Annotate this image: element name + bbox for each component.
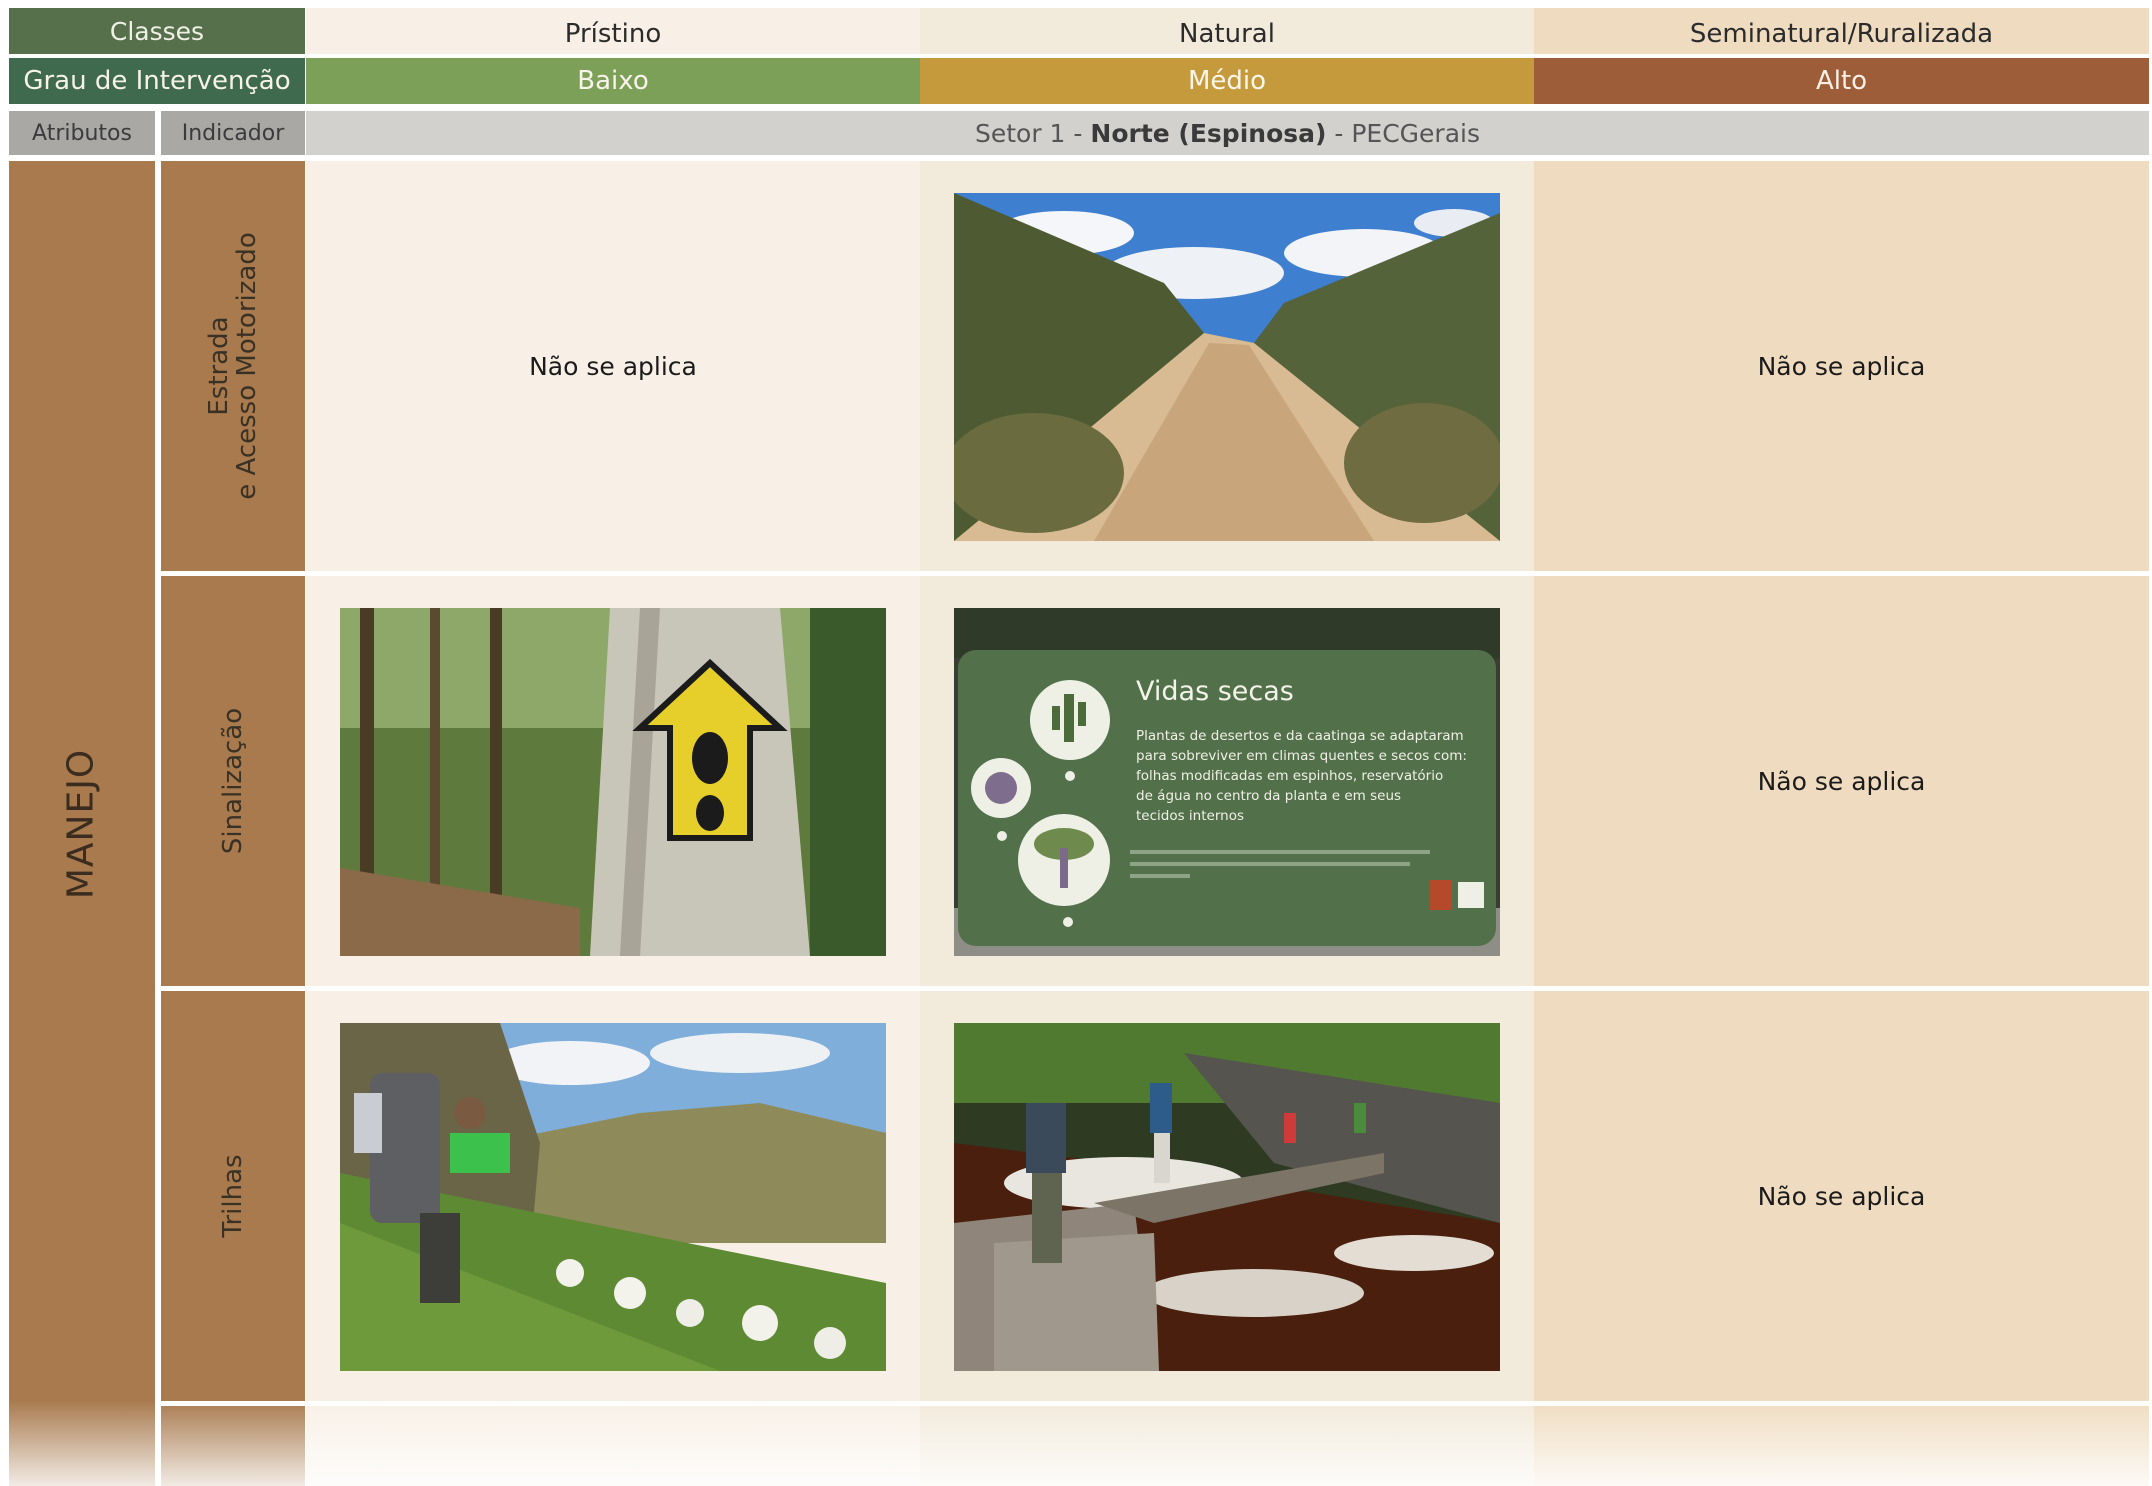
- cell-next-natural: [920, 1406, 1534, 1486]
- nao-se-aplica-text: Não se aplica: [1757, 1181, 1926, 1211]
- nao-se-aplica-text: Não se aplica: [1757, 766, 1926, 796]
- dirt-road-photo: [954, 193, 1500, 541]
- grau-baixo: Baixo: [306, 58, 920, 104]
- class-pristino: Prístino: [306, 8, 920, 54]
- indicator-next: [161, 1406, 305, 1486]
- grau-baixo-text: Baixo: [577, 66, 649, 96]
- cell-trilhas-natural: [920, 991, 1534, 1401]
- indicador-label: Indicador: [161, 111, 305, 155]
- interpretive-sign-photo: Vidas secas Plantas de desertos e da caa…: [954, 608, 1500, 956]
- attribute-manejo-text: MANEJO: [60, 748, 102, 899]
- class-seminatural-text: Seminatural/Ruralizada: [1689, 19, 1994, 49]
- class-pristino-text: Prístino: [564, 19, 662, 49]
- atributos-label: Atributos: [9, 111, 155, 155]
- cell-estrada-pristino: Não se aplica: [306, 161, 920, 571]
- indicator-sinalizacao: Sinalização: [161, 576, 305, 986]
- sign-line: de água no centro da planta e em seus: [1136, 788, 1402, 804]
- class-natural: Natural: [920, 8, 1534, 54]
- class-natural-text: Natural: [1179, 19, 1275, 49]
- indicator-trilhas-text: Trilhas: [217, 1154, 248, 1238]
- cell-estrada-semi: Não se aplica: [1534, 161, 2149, 571]
- classes-label: Classes: [9, 8, 305, 54]
- grau-intervencao-label: Grau de Intervenção: [9, 58, 305, 104]
- cell-trilhas-semi: Não se aplica: [1534, 991, 2149, 1401]
- indicator-estrada-line1: Estrada: [203, 316, 234, 416]
- sector-name: Norte (Espinosa): [1090, 118, 1327, 148]
- sign-line: Plantas de desertos e da caatinga se ada…: [1136, 728, 1464, 744]
- sign-line: para sobreviver em climas quentes e seco…: [1136, 748, 1467, 764]
- indicator-trilhas: Trilhas: [161, 991, 305, 1401]
- cell-trilhas-pristino: [306, 991, 920, 1401]
- indicador-label-text: Indicador: [181, 120, 285, 146]
- grau-medio: Médio: [920, 58, 1534, 104]
- cell-sinalizacao-pristino: [306, 576, 920, 986]
- indicator-estrada: Estrada e Acesso Motorizado: [161, 161, 305, 571]
- indicator-estrada-text: Estrada e Acesso Motorizado: [203, 232, 262, 500]
- sector-title: Setor 1 - Norte (Espinosa) - PECGerais: [306, 111, 2149, 155]
- class-seminatural: Seminatural/Ruralizada: [1534, 8, 2149, 54]
- trail-marker-photo: [340, 608, 886, 956]
- cell-estrada-natural: [920, 161, 1534, 571]
- nao-se-aplica-text: Não se aplica: [529, 351, 697, 381]
- sign-title: Vidas secas: [1136, 676, 1294, 707]
- sign-line: folhas modificadas em espinhos, reservat…: [1136, 768, 1444, 784]
- sign-line: tecidos internos: [1136, 808, 1244, 824]
- sector-suffix: - PECGerais: [1326, 118, 1481, 148]
- grau-intervencao-label-text: Grau de Intervenção: [23, 66, 291, 96]
- classes-label-text: Classes: [109, 16, 205, 46]
- nao-se-aplica-text: Não se aplica: [1757, 351, 1926, 381]
- cell-sinalizacao-natural: Vidas secas Plantas de desertos e da caa…: [920, 576, 1534, 986]
- grau-medio-text: Médio: [1187, 66, 1267, 96]
- cell-sinalizacao-semi: Não se aplica: [1534, 576, 2149, 986]
- grau-alto-text: Alto: [1815, 66, 1868, 96]
- atributos-label-text: Atributos: [32, 120, 132, 146]
- cell-next-pristino: [306, 1406, 920, 1486]
- sector-prefix: Setor 1 -: [974, 118, 1091, 148]
- cell-next-semi: [1534, 1406, 2149, 1486]
- grau-alto: Alto: [1534, 58, 2149, 104]
- hikers-photo: [340, 1023, 886, 1371]
- attribute-manejo: MANEJO: [9, 161, 155, 1486]
- sign-body: Plantas de desertos e da caatinga se ada…: [1136, 726, 1467, 826]
- boardwalk-photo: [954, 1023, 1500, 1371]
- indicator-sinalizacao-text: Sinalização: [217, 707, 248, 855]
- indicator-estrada-line2: e Acesso Motorizado: [232, 232, 262, 500]
